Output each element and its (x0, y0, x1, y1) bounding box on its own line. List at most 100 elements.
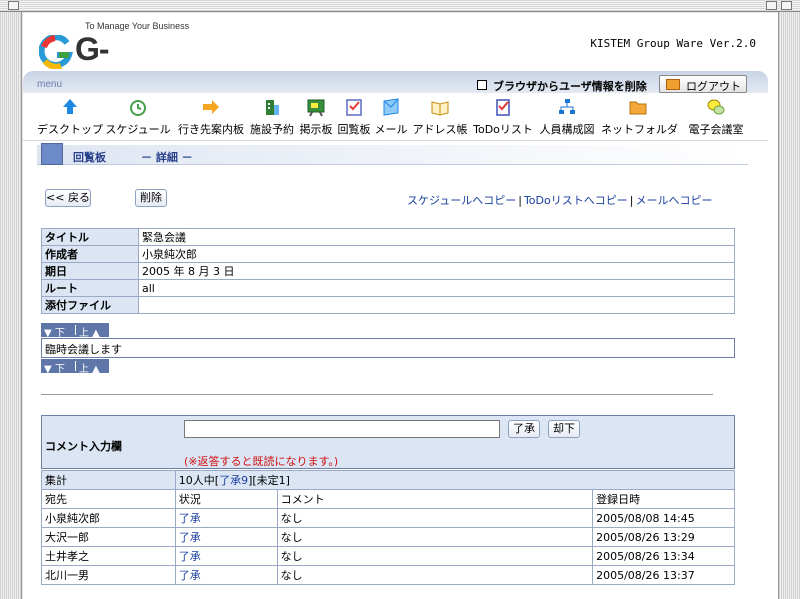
nav-item-schedule[interactable]: スケジュール (105, 97, 171, 139)
page-content: To Manage Your Business G-BOARD KISTEM G… (23, 13, 778, 599)
approve-button[interactable]: 了承 (508, 420, 540, 438)
detail-value: 2005 年 8 月 3 日 (138, 262, 735, 280)
status-link[interactable]: 了承 (179, 569, 201, 582)
table-row: 小泉純次郎 了承 なし 2005/08/08 14:45 (41, 508, 735, 528)
detail-value: 緊急会議 (138, 228, 735, 246)
status-cell: 了承 (174, 527, 278, 547)
registered-date: 2005/08/26 13:34 (592, 546, 735, 566)
copy-to-mail-link[interactable]: メールへコピー (635, 194, 712, 207)
recipient-name: 小泉純次郎 (41, 508, 176, 528)
registered-date: 2005/08/26 13:37 (592, 565, 735, 585)
nav-label: 行き先案内板 (178, 123, 244, 136)
icon-navigation: デスクトップ スケジュール 行き先案内板 施設予約 掲示板 回覧板 メール アド… (23, 93, 768, 141)
nav-item-mail[interactable]: メール (373, 97, 409, 139)
menu-bar: menu ブラウザからユーザ情報を削除 ログアウト (23, 71, 768, 93)
page-subtitle: － 詳細 － (141, 151, 193, 164)
status-link[interactable]: 了承 (179, 512, 201, 525)
remove-user-info-label: ブラウザからユーザ情報を削除 (493, 80, 647, 93)
back-button[interactable]: << 戻る (45, 189, 91, 207)
status-link[interactable]: 了承 (179, 550, 201, 563)
detail-label: 期日 (41, 262, 139, 280)
circular-detail-table: タイトル 緊急会議 作成者 小泉純次郎 期日 2005 年 8 月 3 日 ルート al… (41, 228, 735, 314)
nav-item-whereabouts[interactable]: 行き先案内板 (177, 97, 245, 139)
scroll-down-toggle[interactable]: ▼ 下 (44, 360, 65, 375)
alarm-clock-icon (130, 100, 146, 116)
checklist-icon (346, 99, 362, 116)
detail-label: 作成者 (41, 245, 139, 263)
window-zoom-button[interactable] (766, 1, 777, 10)
table-row: 土井孝之 了承 なし 2005/08/26 13:34 (41, 546, 735, 566)
window-collapse-button[interactable] (781, 1, 792, 10)
bulletin-board-icon (307, 99, 325, 117)
page-title-bar: 回覧板 － 詳細 － (37, 143, 748, 165)
delete-button[interactable]: 削除 (135, 189, 167, 207)
comment-note: (※返答すると既読になります。) (184, 455, 339, 468)
page-title: 回覧板 (73, 151, 106, 164)
nav-item-bulletin[interactable]: 掲示板 (297, 97, 335, 139)
column-header: 宛先 (41, 489, 176, 509)
recipient-name: 北川一男 (41, 565, 176, 585)
nav-item-net-folder[interactable]: ネットフォルダ (601, 97, 678, 139)
copy-links: スケジュールへコピー | ToDoリストへコピー | メールへコピー (407, 194, 713, 207)
summary-approved-link[interactable]: 了承9 (219, 474, 248, 487)
logout-label: ログアウト (686, 80, 741, 93)
nav-item-circular[interactable]: 回覧板 (335, 97, 373, 139)
comment-entry: コメント入力欄 了承 却下 (※返答すると既読になります。) (41, 415, 735, 469)
nav-label: 人員構成図 (539, 123, 595, 136)
copy-to-todo-link[interactable]: ToDoリストへコピー (524, 194, 628, 207)
nav-label: スケジュール (105, 123, 171, 136)
address-book-icon (431, 101, 449, 116)
nav-label: メール (374, 123, 408, 136)
window-left-frame (0, 12, 22, 599)
recipient-name: 大沢一郎 (41, 527, 176, 547)
nav-item-desktop[interactable]: デスクトップ (37, 97, 103, 139)
circular-board-icon (41, 143, 63, 165)
todo-check-icon (496, 99, 510, 116)
recipient-comment: なし (276, 565, 594, 585)
logo-g-icon (39, 35, 73, 69)
nav-label: 電子会議室 (688, 123, 744, 136)
recipient-comment: なし (276, 508, 594, 528)
scroll-down-toggle[interactable]: ▼ 下 (44, 324, 65, 339)
folder-icon (629, 101, 647, 115)
nav-item-conference[interactable]: 電子会議室 (683, 97, 749, 139)
table-row: タイトル 緊急会議 (41, 228, 735, 246)
remove-user-info-checkbox[interactable] (477, 80, 487, 90)
status-link[interactable]: 了承 (179, 531, 201, 544)
detail-label: ルート (41, 279, 139, 297)
scroll-up-toggle[interactable]: 上 ▲ (79, 324, 100, 339)
nav-item-todo[interactable]: ToDoリスト (473, 97, 533, 139)
nav-label: 掲示板 (299, 123, 333, 136)
summary-pending: ][未定1] (248, 474, 290, 487)
nav-item-address-book[interactable]: アドレス帳 (411, 97, 469, 139)
nav-label: 施設予約 (250, 123, 294, 136)
column-header: 状況 (174, 489, 278, 509)
nav-label: ToDoリスト (473, 123, 533, 136)
detail-label: タイトル (41, 228, 139, 246)
table-row: 期日 2005 年 8 月 3 日 (41, 262, 735, 280)
column-header: 登録日時 (592, 489, 735, 509)
status-cell: 了承 (174, 565, 278, 585)
comment-input[interactable] (184, 420, 500, 438)
detail-label: 添付ファイル (41, 296, 139, 314)
table-row: 大沢一郎 了承 なし 2005/08/26 13:29 (41, 527, 735, 547)
circular-body-text: 臨時会議します (41, 338, 735, 358)
chat-bubbles-icon (707, 99, 725, 115)
recipient-comment: なし (276, 546, 594, 566)
app-version: KISTEM Group Ware Ver.2.0 (590, 37, 756, 50)
recipient-name: 土井孝之 (41, 546, 176, 566)
mail-icon (383, 98, 399, 116)
scroll-up-toggle[interactable]: 上 ▲ (79, 360, 100, 375)
nav-item-facility[interactable]: 施設予約 (249, 97, 295, 139)
reject-button[interactable]: 却下 (548, 420, 580, 438)
nav-item-org-chart[interactable]: 人員構成図 (539, 97, 595, 139)
logout-button[interactable]: ログアウト (659, 75, 747, 93)
status-cell: 了承 (174, 508, 278, 528)
table-header-row: 宛先 状況 コメント 登録日時 (41, 489, 735, 509)
summary-total: 10人中[ (178, 474, 220, 487)
copy-to-schedule-link[interactable]: スケジュールへコピー (407, 194, 516, 207)
detail-value: all (138, 279, 735, 297)
window-close-button[interactable] (8, 1, 19, 10)
column-header: コメント (276, 489, 594, 509)
body-toggle-top: ▼ 下 上 ▲ (41, 323, 109, 339)
